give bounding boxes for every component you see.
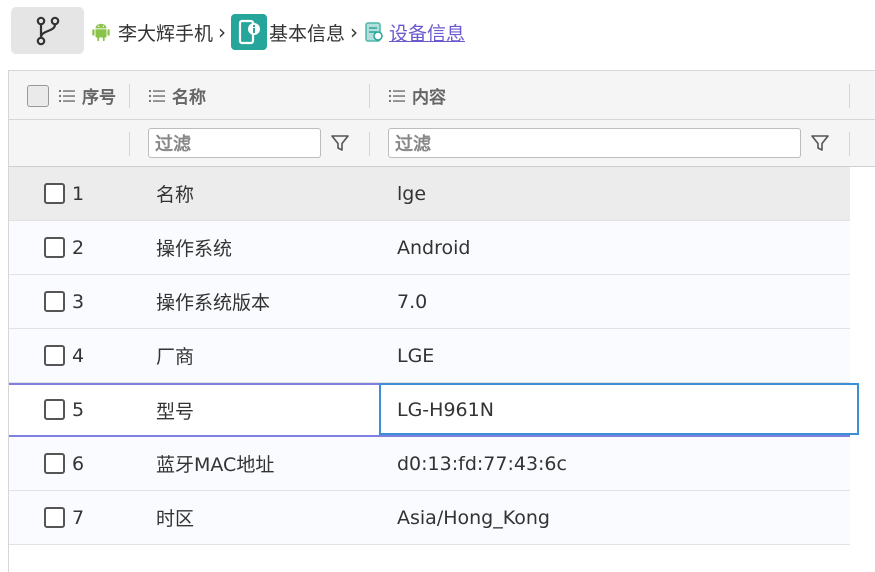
row-value[interactable]: d0:13:fd:77:43:6c bbox=[397, 453, 567, 475]
select-all-cell bbox=[27, 71, 49, 120]
content-filter-input[interactable]: 过滤 bbox=[388, 128, 801, 158]
row-name[interactable]: 名称 bbox=[156, 180, 194, 207]
device-document-icon bbox=[365, 22, 383, 42]
row-checkbox[interactable] bbox=[44, 453, 65, 474]
filter-row: 过滤 过滤 bbox=[9, 120, 875, 167]
row-index: 4 bbox=[72, 344, 85, 367]
row-name[interactable]: 蓝牙MAC地址 bbox=[156, 450, 274, 477]
column-divider[interactable] bbox=[849, 84, 850, 108]
column-divider bbox=[849, 132, 850, 156]
table-row[interactable]: 1 名称 lge bbox=[9, 167, 850, 221]
column-divider[interactable] bbox=[129, 84, 130, 108]
column-header-name[interactable]: 名称 bbox=[149, 71, 206, 120]
android-icon bbox=[92, 23, 110, 42]
column-divider bbox=[369, 132, 370, 156]
row-value[interactable]: lge bbox=[397, 183, 426, 205]
row-name[interactable]: 厂商 bbox=[156, 342, 194, 369]
row-name[interactable]: 型号 bbox=[156, 397, 194, 424]
row-value[interactable]: 7.0 bbox=[397, 291, 427, 313]
row-value[interactable]: LG-H961N bbox=[397, 399, 494, 421]
breadcrumb-separator: › bbox=[218, 20, 227, 44]
row-checkbox[interactable] bbox=[44, 507, 65, 528]
row-name[interactable]: 时区 bbox=[156, 504, 194, 531]
name-filter-input[interactable]: 过滤 bbox=[148, 128, 321, 158]
table-row-selected[interactable]: 5 型号 LG-H961N bbox=[9, 383, 859, 437]
column-divider bbox=[129, 132, 130, 156]
row-checkbox[interactable] bbox=[44, 345, 65, 366]
row-value[interactable]: Android bbox=[397, 237, 470, 259]
row-checkbox[interactable] bbox=[44, 183, 65, 204]
row-index: 5 bbox=[72, 399, 85, 421]
breadcrumb-section-label: 基本信息 bbox=[269, 22, 346, 45]
column-header-content[interactable]: 内容 bbox=[389, 71, 446, 120]
select-all-checkbox[interactable] bbox=[27, 84, 49, 107]
git-branch-icon bbox=[36, 16, 59, 45]
row-checkbox[interactable] bbox=[44, 399, 65, 420]
breadcrumb: 李大辉手机 › 基本信息 › 设备信息 bbox=[90, 14, 465, 50]
data-grid: 序号 名称 内容 过滤 过滤 1 名称 lge 2 操作系统 Android 3… bbox=[8, 70, 875, 572]
table-row[interactable]: 7 时区 Asia/Hong_Kong bbox=[9, 491, 850, 545]
top-bar: 李大辉手机 › 基本信息 › 设备信息 bbox=[0, 0, 875, 60]
table-row[interactable]: 4 厂商 LGE bbox=[9, 329, 850, 383]
column-menu-icon[interactable] bbox=[59, 89, 75, 103]
table-row[interactable]: 3 操作系统版本 7.0 bbox=[9, 275, 850, 329]
breadcrumb-device[interactable]: 李大辉手机 bbox=[90, 19, 213, 46]
row-name[interactable]: 操作系统 bbox=[156, 234, 232, 261]
row-checkbox[interactable] bbox=[44, 291, 65, 312]
breadcrumb-section[interactable]: 基本信息 bbox=[231, 14, 345, 50]
table-row[interactable]: 2 操作系统 Android bbox=[9, 221, 850, 275]
column-header-content-label: 内容 bbox=[412, 88, 446, 108]
row-index: 7 bbox=[72, 506, 85, 529]
name-filter-icon[interactable] bbox=[327, 130, 353, 156]
breadcrumb-current-link[interactable]: 设备信息 bbox=[389, 19, 465, 46]
row-index: 6 bbox=[72, 452, 85, 475]
row-index: 1 bbox=[72, 182, 85, 205]
row-index: 2 bbox=[72, 236, 85, 259]
row-index: 3 bbox=[72, 290, 85, 313]
column-menu-icon[interactable] bbox=[389, 89, 405, 103]
device-info-icon bbox=[231, 14, 268, 50]
column-divider[interactable] bbox=[369, 84, 370, 108]
table-row[interactable]: 6 蓝牙MAC地址 d0:13:fd:77:43:6c bbox=[9, 437, 850, 491]
breadcrumb-current[interactable]: 设备信息 bbox=[363, 19, 465, 46]
column-header-index[interactable]: 序号 bbox=[59, 71, 116, 120]
breadcrumb-separator: › bbox=[350, 20, 359, 44]
row-checkbox[interactable] bbox=[44, 237, 65, 258]
row-value[interactable]: LGE bbox=[397, 345, 434, 367]
content-filter-icon[interactable] bbox=[807, 130, 833, 156]
column-header-index-label: 序号 bbox=[82, 88, 116, 108]
column-header-name-label: 名称 bbox=[172, 88, 206, 108]
row-name[interactable]: 操作系统版本 bbox=[156, 288, 270, 315]
row-value[interactable]: Asia/Hong_Kong bbox=[397, 507, 550, 529]
branch-button[interactable] bbox=[11, 7, 84, 54]
column-menu-icon[interactable] bbox=[149, 89, 165, 103]
breadcrumb-device-label: 李大辉手机 bbox=[118, 22, 214, 45]
grid-header: 序号 名称 内容 bbox=[9, 70, 875, 120]
